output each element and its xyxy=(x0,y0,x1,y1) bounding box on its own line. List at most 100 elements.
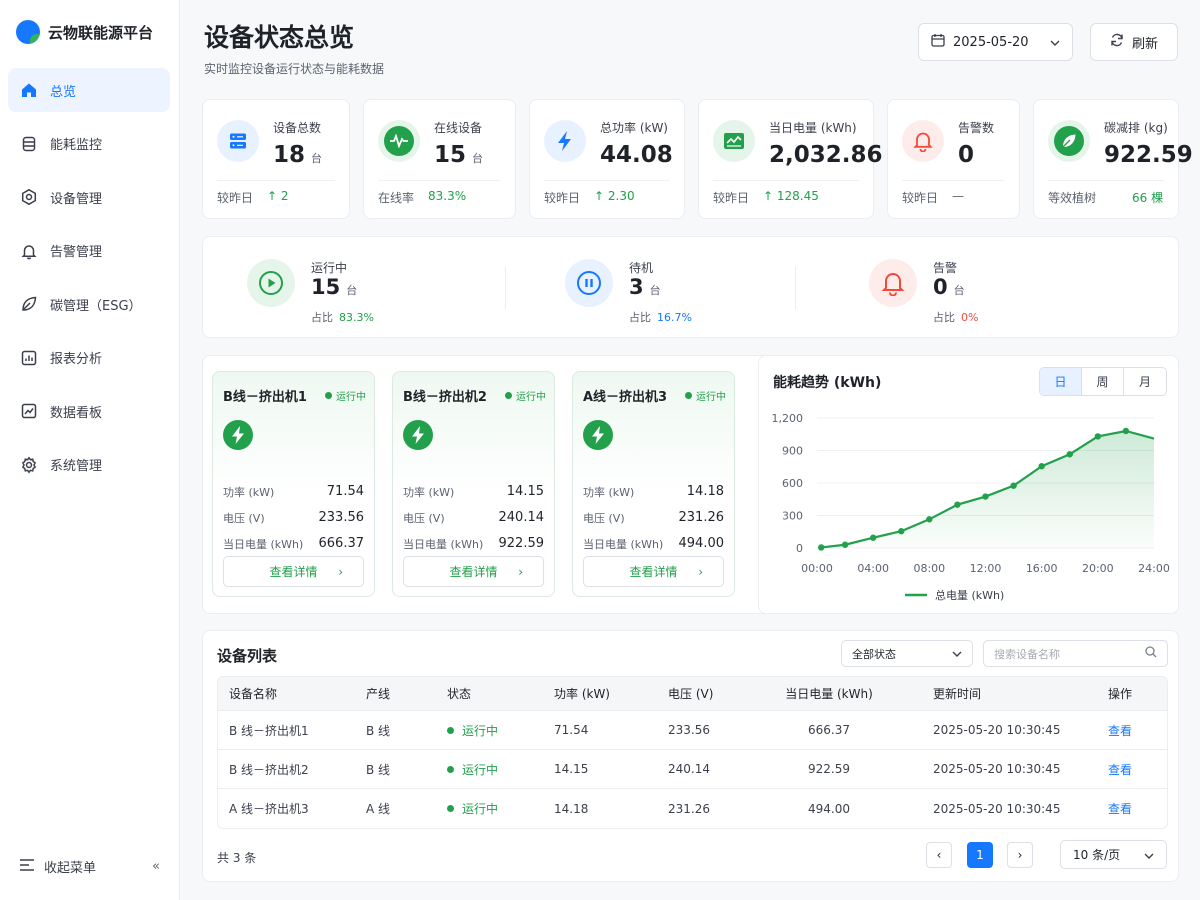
cell-updated: 2025-05-20 10:30:45 xyxy=(933,723,1061,737)
page-number[interactable]: 1 xyxy=(967,842,993,868)
voltage-row: 电压 (V) 231.26 xyxy=(583,510,724,525)
stat-label: 告警数 xyxy=(958,121,995,135)
status-ratio: 占比 83.3% xyxy=(311,311,374,324)
prev-page-button[interactable]: ‹ xyxy=(926,842,952,868)
sidebar-item-carbon-esg[interactable]: 碳管理（ESG） xyxy=(8,282,170,326)
sidebar-item-label: 总览 xyxy=(50,84,77,100)
status-label: 告警 xyxy=(933,261,958,275)
stat-card-carbon-reduction: 碳减排 (kg) 922.59 等效植树 66 棵 xyxy=(1033,99,1193,219)
stat-footer: 较昨日 ↑ 2.30 xyxy=(544,189,635,205)
x-tick-label: 08:00 xyxy=(913,562,945,575)
stat-value: 922.59 xyxy=(1104,142,1193,168)
page-title: 设备状态总览 xyxy=(204,23,355,52)
collapse-menu-button[interactable]: 收起菜单 « xyxy=(20,857,160,876)
sidebar-item-label: 告警管理 xyxy=(50,245,103,260)
sidebar-item-label: 报表分析 xyxy=(50,352,103,367)
device-search-input[interactable]: 搜索设备名称 xyxy=(983,640,1168,667)
y-tick-label: 900 xyxy=(782,445,803,458)
data-point xyxy=(1094,433,1102,440)
data-point xyxy=(1038,463,1045,470)
sidebar-item-alarm-management[interactable]: 告警管理 xyxy=(8,229,170,273)
y-tick-label: 0 xyxy=(796,542,803,555)
energy-trend-chart: 0 300 600 900 1,200 00:00 04:00 08:00 12:00 16:00… xyxy=(772,412,1170,602)
sidebar-item-data-dashboard[interactable]: 数据看板 xyxy=(8,389,170,433)
stat-label: 碳减排 (kg) xyxy=(1104,121,1168,135)
sidebar: 云物联能源平台 总览 能耗监控 设备管理 告警管理 碳管理（ESG） 报表分析 xyxy=(0,0,180,900)
x-tick-label: 24:00 xyxy=(1138,562,1170,575)
cell-energy: 922.59 xyxy=(808,762,850,776)
view-link[interactable]: 查看 xyxy=(1108,800,1162,817)
machine-card: A线－挤出机3 运行中 功率 (kW) 14.18 电压 (V) 231.26 当日… xyxy=(572,371,735,597)
data-point xyxy=(869,534,877,541)
sidebar-item-system-management[interactable]: 系统管理 xyxy=(8,443,170,487)
energy-row: 当日电量 (kWh) 666.37 xyxy=(223,536,364,551)
voltage-row: 电压 (V) 233.56 xyxy=(223,510,364,525)
report-icon xyxy=(20,349,38,367)
leaf-icon xyxy=(1048,120,1090,162)
view-details-button[interactable]: 查看详情 › xyxy=(403,556,544,587)
device-gear-icon xyxy=(20,188,38,206)
total-count: 共 3 条 xyxy=(217,851,257,865)
sidebar-nav: 总览 能耗监控 设备管理 告警管理 碳管理（ESG） 报表分析 数据看板 系统管… xyxy=(8,68,170,496)
collapse-menu-label: 收起菜单 xyxy=(44,861,97,876)
view-link[interactable]: 查看 xyxy=(1108,722,1162,739)
cell-status: 运行中 xyxy=(447,800,554,817)
sidebar-item-report-analysis[interactable]: 报表分析 xyxy=(8,336,170,380)
energy-trend-panel: 能耗趋势 (kWh) 日 周 月 0 300 600 900 1,200 00:00 04:… xyxy=(758,355,1179,614)
main-content: 设备状态总览 实时监控设备运行状态与能耗数据 2025-05-20 刷新 设备总… xyxy=(180,0,1200,900)
menu-icon xyxy=(20,858,34,875)
stat-footer: 较昨日 ↑ 2 xyxy=(217,189,289,205)
table-row: B 线－挤出机1 B 线 运行中 71.54 233.56 666.37 202… xyxy=(218,711,1167,750)
stat-value: 44.08 xyxy=(600,142,673,168)
cell-device-name: A 线－挤出机3 xyxy=(229,802,309,816)
column-header: 功率 (kW) xyxy=(554,687,610,701)
view-details-button[interactable]: 查看详情 › xyxy=(223,556,364,587)
energy-row: 当日电量 (kWh) 922.59 xyxy=(403,536,544,551)
chevron-down-icon xyxy=(1144,848,1154,862)
x-tick-label: 20:00 xyxy=(1082,562,1114,575)
logo-icon xyxy=(16,20,40,44)
chevron-left-icon: ‹ xyxy=(936,848,942,862)
status-badge: 运行中 xyxy=(325,388,366,403)
cell-voltage: 231.26 xyxy=(668,801,710,816)
bolt-icon xyxy=(544,120,586,162)
data-point xyxy=(982,493,989,500)
sidebar-item-device-management[interactable]: 设备管理 xyxy=(8,175,170,219)
cell-power: 14.15 xyxy=(554,762,589,776)
power-row: 功率 (kW) 14.18 xyxy=(583,484,724,499)
next-page-button[interactable]: › xyxy=(1007,842,1033,868)
chevron-right-icon: › xyxy=(518,564,523,579)
stat-value: 18 台 xyxy=(273,142,323,168)
refresh-button[interactable]: 刷新 xyxy=(1090,23,1178,61)
cell-device-name: B 线－挤出机1 xyxy=(229,723,309,738)
y-tick-label: 1,200 xyxy=(772,412,804,425)
status-filter-select[interactable]: 全部状态 xyxy=(841,640,973,667)
sidebar-item-overview[interactable]: 总览 xyxy=(8,68,170,112)
stat-card-online-devices: 在线设备 15 台 在线率 83.3% xyxy=(363,99,516,219)
sidebar-item-label: 设备管理 xyxy=(50,191,103,207)
sidebar-item-label: 数据看板 xyxy=(50,405,103,421)
view-link[interactable]: 查看 xyxy=(1108,761,1162,778)
chevron-down-icon xyxy=(1050,35,1060,50)
view-details-button[interactable]: 查看详情 › xyxy=(583,556,724,587)
status-label: 运行中 xyxy=(311,261,348,275)
machine-name: A线－挤出机3 xyxy=(583,390,668,405)
table-row: B 线－挤出机2 B 线 运行中 14.15 240.14 922.59 202… xyxy=(218,750,1167,789)
column-header: 当日电量 (kWh) xyxy=(785,687,873,701)
cell-power: 14.18 xyxy=(554,801,589,816)
data-point xyxy=(1066,451,1073,458)
status-value: 15 台 xyxy=(311,275,358,299)
bell-icon xyxy=(869,259,917,307)
machine-name: B线－挤出机1 xyxy=(223,390,307,405)
bolt-icon xyxy=(403,420,433,450)
cell-status: 运行中 xyxy=(447,761,554,778)
sidebar-item-energy-monitor[interactable]: 能耗监控 xyxy=(8,122,170,166)
date-picker[interactable]: 2025-05-20 xyxy=(918,23,1073,61)
app-title: 云物联能源平台 xyxy=(48,23,154,42)
page-size-select[interactable]: 10 条/页 xyxy=(1060,840,1167,869)
legend-label: 总电量 (kWh) xyxy=(935,588,1004,602)
chevron-right-icon: › xyxy=(1017,848,1023,862)
data-point xyxy=(954,501,961,508)
server-icon xyxy=(217,120,259,162)
stat-card-daily-energy: 当日电量 (kWh) 2,032.86 较昨日 ↑ 128.45 xyxy=(698,99,883,219)
